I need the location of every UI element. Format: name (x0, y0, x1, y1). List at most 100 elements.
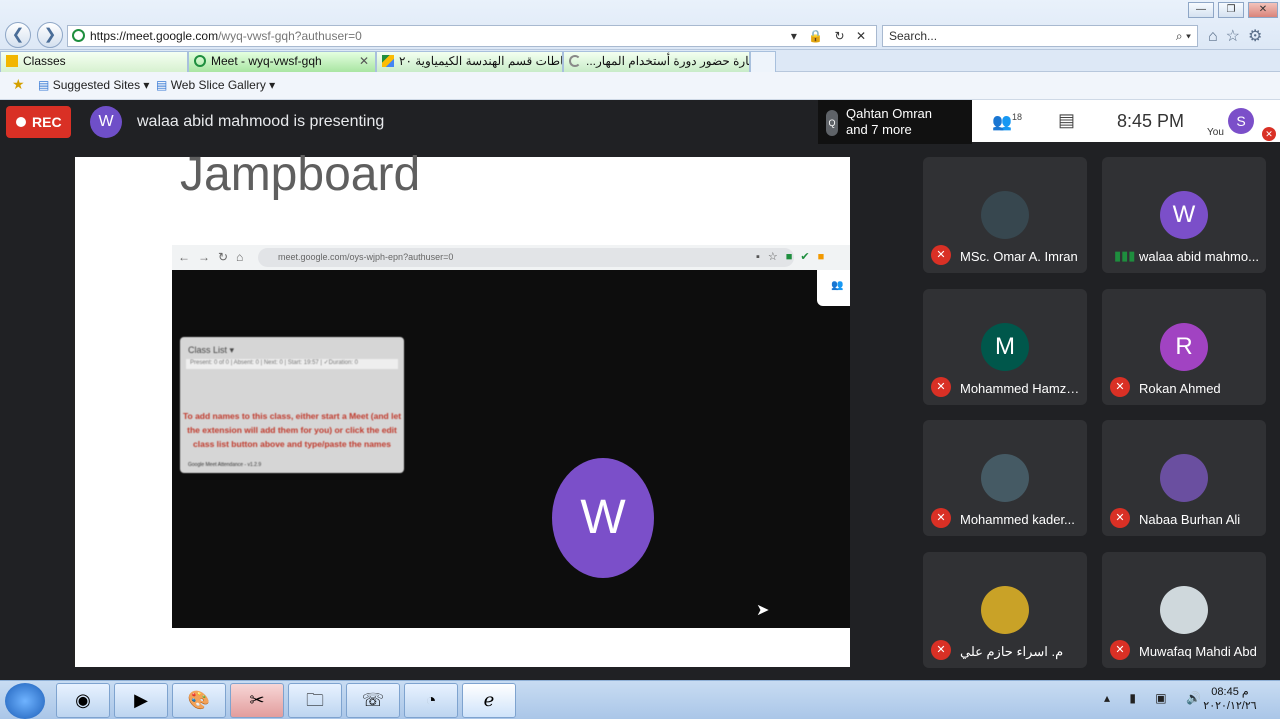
mic-off-icon: ✕ (1110, 377, 1130, 397)
participant-name: Nabaa Burhan Ali (1139, 512, 1241, 527)
classroom-icon (6, 55, 18, 67)
ie-taskbar-icon[interactable]: ℯ (462, 683, 516, 718)
participant-avatar (981, 191, 1029, 239)
minimize-button[interactable]: — (1188, 2, 1214, 18)
participant-tile[interactable]: ✕ MSc. Omar A. Imran (923, 157, 1087, 273)
tab-meet[interactable]: Meet - wyq-vwsf-gqh ✕ (188, 51, 376, 72)
start-button[interactable] (5, 683, 45, 719)
others-count: and 7 more (846, 122, 912, 137)
participant-avatar: R (1160, 323, 1208, 371)
edge-taskbar-icon[interactable]: ◔ (404, 683, 458, 718)
tab-form[interactable]: ...استمارة حضور دورة أستخدام المهار (563, 51, 750, 72)
participant-name: MSc. Omar A. Imran (960, 249, 1078, 264)
close-tab-icon[interactable]: ✕ (359, 52, 369, 71)
participant-avatar (981, 586, 1029, 634)
paint-taskbar-icon[interactable]: 🎨 (172, 683, 226, 718)
home-favorites-settings-icons[interactable]: ⌂☆⚙ (1208, 26, 1270, 46)
participant-name: Mohammed Hamza... (960, 381, 1080, 396)
participant-avatar (1160, 454, 1208, 502)
chat-icon[interactable]: ▤ (1058, 110, 1075, 131)
back-button[interactable]: ❮ (5, 22, 31, 48)
participant-tile[interactable]: ✕ Muwafaq Mahdi Abd (1102, 552, 1266, 668)
participant-name: م. اسراء حازم علي (960, 644, 1064, 659)
mouse-cursor-icon: ➤ (756, 602, 770, 619)
shared-presenter-avatar: W (552, 458, 654, 578)
explorer-taskbar-icon[interactable]: 🗀 (288, 683, 342, 718)
record-dot-icon (16, 117, 26, 127)
suggested-sites-link[interactable]: ▤ Suggested Sites ▾ (38, 78, 149, 92)
class-list-header: Class List ▾ (188, 345, 235, 355)
class-list-message: To add names to this class, either start… (182, 411, 402, 449)
people-count: 18 (1012, 112, 1023, 122)
participant-tile[interactable]: ✕ م. اسراء حازم علي (923, 552, 1087, 668)
tray-time: 08:45 م (1211, 686, 1249, 698)
participant-tile[interactable]: R ✕ Rokan Ahmed (1102, 289, 1266, 405)
viber-taskbar-icon[interactable]: ☏ (346, 683, 400, 718)
loading-icon (569, 55, 581, 67)
tab-bar: Classes Meet - wyq-vwsf-gqh ✕ نشاطات قسم… (0, 50, 1280, 72)
self-mic-off-icon: ✕ (1262, 127, 1276, 141)
system-tray-icons[interactable]: ▴ ▮ ▣ 🔊 (1104, 691, 1209, 705)
class-list-chips: Present: 0 of 0 | Absent: 0 | Next: 0 | … (186, 359, 398, 369)
snipping-tool-taskbar-icon[interactable]: ✂ (230, 683, 284, 718)
media-player-taskbar-icon[interactable]: ▶ (114, 683, 168, 718)
address-bar[interactable]: https://meet.google.com/wyq-vwsf-gqh?aut… (67, 25, 877, 47)
mic-off-icon: ✕ (1110, 640, 1130, 660)
shared-people-icon: 👥 (817, 270, 850, 306)
forward-button[interactable]: ❯ (37, 22, 63, 48)
windows-taskbar: ◉ ▶ 🎨 ✂ 🗀 ☏ ◔ ℯ ▴ ▮ ▣ 🔊 08:45 م ٢٠٢٠/١٢/… (0, 680, 1280, 719)
mic-off-icon: ✕ (931, 377, 951, 397)
class-list-panel: Class List ▾ Present: 0 of 0 | Absent: 0… (180, 337, 404, 473)
participant-avatar (981, 454, 1029, 502)
favorites-star-icon[interactable]: ★ (12, 76, 25, 93)
participant-name: walaa abid mahmo... (1139, 249, 1259, 264)
mic-off-icon: ✕ (931, 508, 951, 528)
tab-drive[interactable]: نشاطات قسم الهندسة الكيمياوية ٢٠... (376, 51, 563, 72)
address-url: https://meet.google.com/wyq-vwsf-gqh?aut… (90, 29, 362, 43)
restore-button[interactable]: ❐ (1218, 2, 1244, 18)
participant-avatar: W (1160, 191, 1208, 239)
other-participants-chip[interactable]: Q Qahtan Omran and 7 more (818, 100, 972, 144)
site-icon (72, 29, 85, 42)
tray-clock[interactable]: 08:45 م ٢٠٢٠/١٢/٢٦ (1200, 685, 1260, 713)
participant-name: Mohammed kader... (960, 512, 1075, 527)
participant-tile[interactable]: W ▮▮▮ walaa abid mahmo... (1102, 157, 1266, 273)
people-icon[interactable]: 👥 (992, 112, 1012, 132)
participant-tile[interactable]: ✕ Mohammed kader... (923, 420, 1087, 536)
close-window-button[interactable]: ✕ (1248, 2, 1278, 18)
participant-mini-avatar: Q (826, 110, 838, 136)
shared-toolbar-icons: ▪☆■✔■ (756, 251, 833, 263)
slide-edge (73, 157, 79, 667)
recording-badge[interactable]: REC (6, 106, 71, 138)
mic-off-icon: ✕ (931, 245, 951, 265)
participant-name: Muwafaq Mahdi Abd (1139, 644, 1257, 659)
meet-top-bar: REC W walaa abid mahmood is presenting Q… (0, 100, 1280, 145)
shared-address-bar: meet.google.com/oys-wjph-epn?authuser=0 (258, 248, 794, 267)
tab-classes[interactable]: Classes (0, 51, 188, 72)
mic-off-icon: ✕ (1110, 508, 1130, 528)
self-avatar[interactable]: S (1228, 108, 1254, 134)
presenting-label: walaa abid mahmood is presenting (137, 113, 385, 130)
slide-title: Jampboard (180, 148, 421, 201)
search-icon[interactable]: ⌕ ▾ (1176, 26, 1191, 46)
others-name: Qahtan Omran (846, 106, 932, 121)
favorites-bar: ★ ▤ Suggested Sites ▾ ▤ Web Slice Galler… (0, 72, 1280, 100)
presenter-avatar: W (90, 106, 122, 138)
class-list-footer: Google Meet Attendance - v1.2.9 (188, 462, 262, 468)
meeting-clock: 8:45 PM (1117, 111, 1185, 131)
chrome-taskbar-icon[interactable]: ◉ (56, 683, 110, 718)
browser-titlebar: ❮ ❯ https://meet.google.com/wyq-vwsf-gqh… (0, 0, 1280, 50)
search-input[interactable]: Search... ⌕ ▾ (882, 25, 1198, 47)
speaking-indicator-icon: ▮▮▮ (1114, 248, 1136, 263)
drive-icon (382, 55, 394, 67)
participant-avatar: M (981, 323, 1029, 371)
mic-off-icon: ✕ (931, 640, 951, 660)
new-tab-button[interactable] (750, 51, 776, 72)
tray-date: ٢٠٢٠/١٢/٢٦ (1203, 700, 1257, 712)
participant-tile[interactable]: M ✕ Mohammed Hamza... (923, 289, 1087, 405)
shared-nav-icons: ←→↻⌂ (178, 250, 252, 264)
web-slice-gallery-link[interactable]: ▤ Web Slice Gallery ▾ (156, 78, 275, 92)
participant-tile[interactable]: ✕ Nabaa Burhan Ali (1102, 420, 1266, 536)
address-tools-icon[interactable]: ▾ 🔒 ↻ ✕ (791, 26, 870, 46)
participant-name: Rokan Ahmed (1139, 381, 1221, 396)
